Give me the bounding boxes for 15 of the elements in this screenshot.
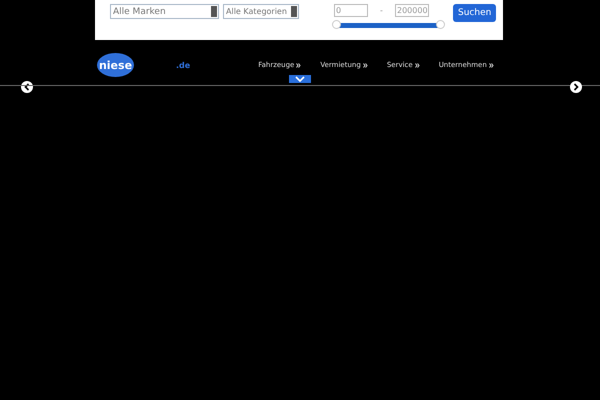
max-price-field[interactable]: 200000 <box>395 4 429 17</box>
price-separator: - <box>379 6 384 15</box>
slider-handle[interactable] <box>436 20 445 29</box>
category-select[interactable]: Alle Kategorien <box>223 4 299 19</box>
search-button[interactable]: Suchen <box>453 4 496 22</box>
slider-handle[interactable] <box>332 20 341 29</box>
double-chevron-icon <box>362 62 368 68</box>
chevron-down-icon[interactable] <box>289 75 311 83</box>
min-price-field[interactable]: 0 <box>334 4 368 17</box>
double-chevron-icon <box>296 62 302 68</box>
brand-select[interactable]: Alle Marken <box>110 4 219 19</box>
logo-suffix: .de <box>176 60 190 70</box>
logo[interactable]: niese <box>97 53 134 77</box>
double-chevron-icon <box>414 62 420 68</box>
double-chevron-icon <box>488 62 494 68</box>
